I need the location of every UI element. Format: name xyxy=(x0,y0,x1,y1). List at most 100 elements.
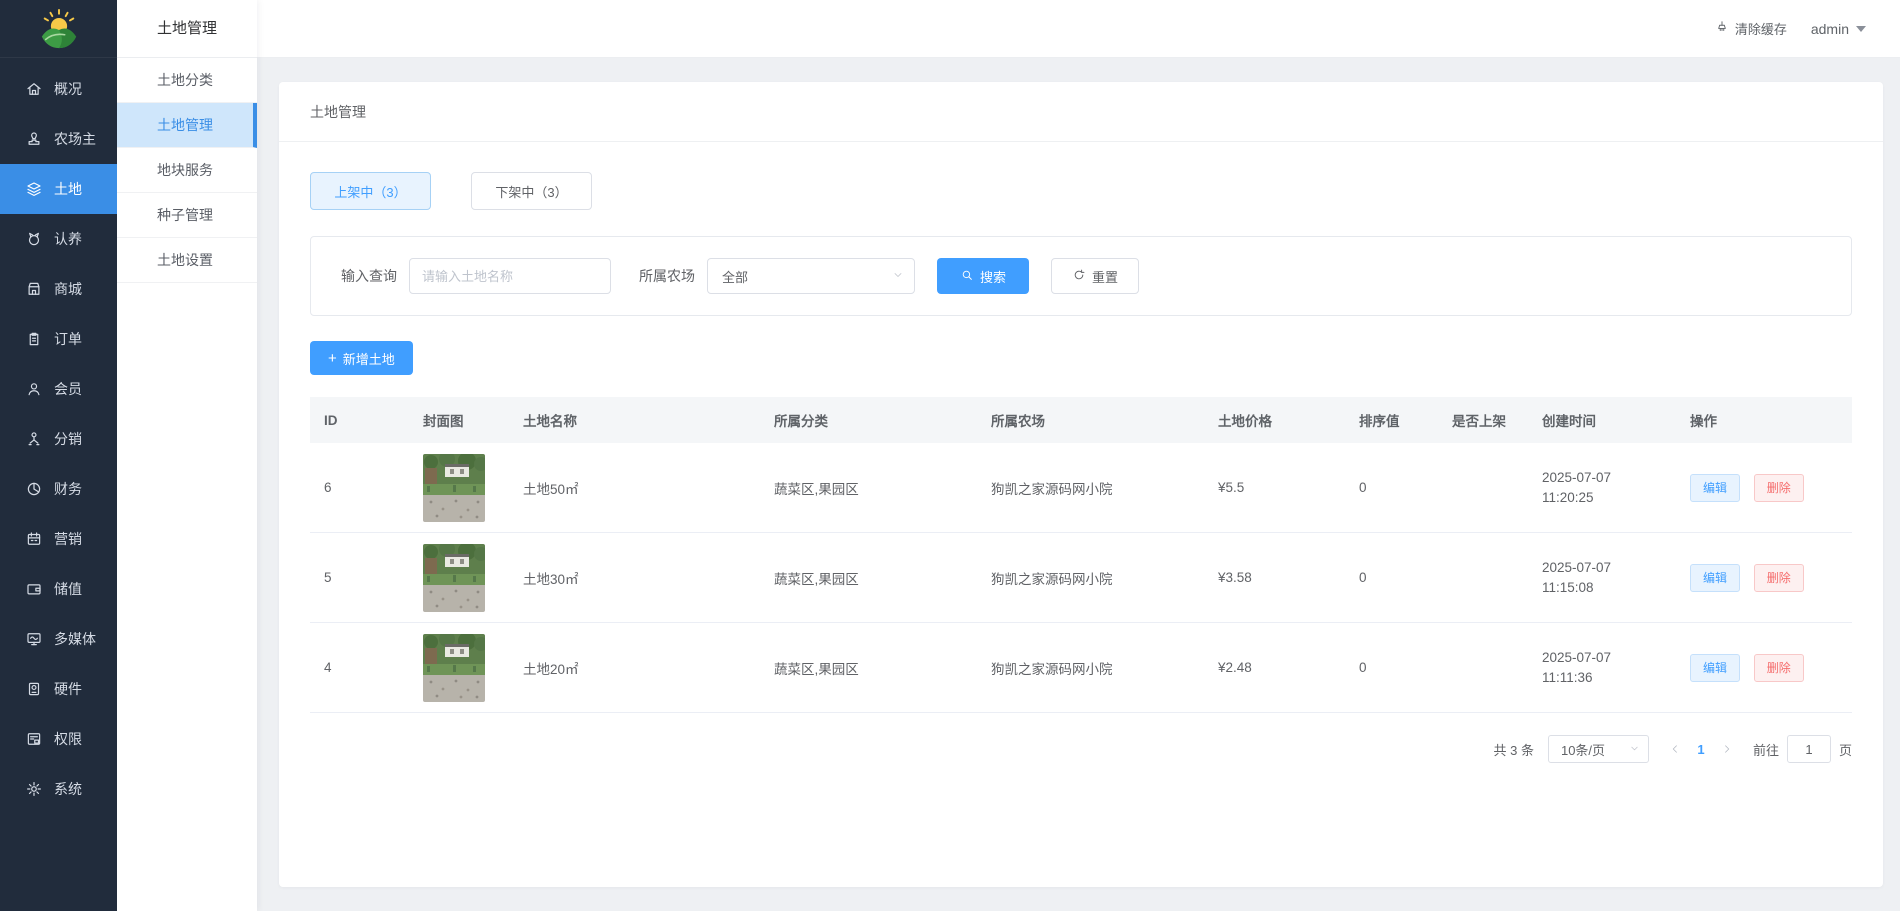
col-name: 土地名称 xyxy=(509,410,760,430)
chevron-down-icon xyxy=(1629,742,1640,757)
col-cover: 封面图 xyxy=(409,410,509,430)
submenu-item[interactable]: 地块服务 xyxy=(117,148,257,193)
land-photo-image xyxy=(423,454,485,522)
cell-farm: 狗凯之家源码网小院 xyxy=(977,658,1204,678)
sidebar-item-label: 财务 xyxy=(54,479,82,499)
sidebar-item-system[interactable]: 系统 xyxy=(0,764,117,814)
farm-select-value: 全部 xyxy=(722,267,748,286)
land-photo-image xyxy=(423,544,485,612)
sidebar-item-distribution[interactable]: 分销 xyxy=(0,414,117,464)
created-date: 2025-07-07 xyxy=(1542,558,1676,578)
sidebar-item-farmer[interactable]: 农场主 xyxy=(0,114,117,164)
toggle-knob xyxy=(1434,490,1450,506)
cell-actions: 编辑 删除 xyxy=(1676,474,1852,502)
sidebar-item-finance[interactable]: 财务 xyxy=(0,464,117,514)
cell-sort: 0 xyxy=(1345,480,1438,495)
page-size-select[interactable]: 10条/页 xyxy=(1548,735,1649,763)
search-button[interactable]: 搜索 xyxy=(937,258,1029,294)
submenu-list: 土地分类 土地管理 地块服务 种子管理 土地设置 xyxy=(117,58,257,283)
delete-button[interactable]: 删除 xyxy=(1754,654,1804,682)
sidebar-item-member[interactable]: 会员 xyxy=(0,364,117,414)
cell-farm: 狗凯之家源码网小院 xyxy=(977,568,1204,588)
sidebar-item-label: 硬件 xyxy=(54,679,82,699)
cell-name: 土地50㎡ xyxy=(509,478,760,498)
table-row: 6 xyxy=(310,443,1852,533)
shelf-tabs: 上架中（3） 下架中（3） xyxy=(310,172,1852,210)
pagination: 共 3 条 10条/页 1 前往 页 xyxy=(310,735,1852,763)
sidebar-item-home[interactable]: 概况 xyxy=(0,64,117,114)
sidebar-item-label: 系统 xyxy=(54,779,82,799)
main-card: 土地管理 上架中（3） 下架中（3） 输入查询 所属农场 全部 搜索 xyxy=(279,82,1883,887)
edit-button[interactable]: 编辑 xyxy=(1690,474,1740,502)
hardware-icon xyxy=(25,680,43,698)
created-time: 11:20:25 xyxy=(1542,488,1676,508)
member-icon xyxy=(25,380,43,398)
sidebar-item-marketing[interactable]: 营销 xyxy=(0,514,117,564)
land-photo-thumbnail[interactable] xyxy=(423,544,485,612)
cell-name: 土地20㎡ xyxy=(509,658,760,678)
sidebar-item-label: 商城 xyxy=(54,279,82,299)
col-sort: 排序值 xyxy=(1345,410,1438,430)
app-logo[interactable] xyxy=(0,0,117,58)
sidebar-item-label: 会员 xyxy=(54,379,82,399)
farm-select[interactable]: 全部 xyxy=(707,258,915,294)
next-page-button[interactable] xyxy=(1715,735,1739,763)
tab-on-shelf[interactable]: 上架中（3） xyxy=(310,172,431,210)
land-name-input[interactable] xyxy=(409,258,611,294)
stored-value-icon xyxy=(25,580,43,598)
user-menu[interactable]: admin xyxy=(1811,21,1866,37)
submenu-item[interactable]: 种子管理 xyxy=(117,193,257,238)
col-price: 土地价格 xyxy=(1204,410,1345,430)
sidebar-item-stored-value[interactable]: 储值 xyxy=(0,564,117,614)
col-on-shelf: 是否上架 xyxy=(1438,410,1528,430)
submenu-item[interactable]: 土地设置 xyxy=(117,238,257,283)
reset-button[interactable]: 重置 xyxy=(1051,258,1139,294)
cell-sort: 0 xyxy=(1345,660,1438,675)
page-number-1[interactable]: 1 xyxy=(1687,742,1715,757)
chevron-down-icon xyxy=(892,269,904,284)
goto-page-input[interactable] xyxy=(1787,735,1831,763)
query-label: 输入查询 xyxy=(341,266,397,286)
cell-cover xyxy=(409,634,509,702)
cell-category: 蔬菜区,果园区 xyxy=(760,478,977,498)
submenu-title: 土地管理 xyxy=(117,0,257,58)
toggle-knob xyxy=(1434,670,1450,686)
sidebar-item-label: 多媒体 xyxy=(54,629,96,649)
table-header: ID 封面图 土地名称 所属分类 所属农场 土地价格 排序值 是否上架 创建时间… xyxy=(310,397,1852,443)
broom-icon xyxy=(1715,20,1729,37)
sidebar-item-media[interactable]: 多媒体 xyxy=(0,614,117,664)
land-photo-thumbnail[interactable] xyxy=(423,454,485,522)
col-created: 创建时间 xyxy=(1528,410,1676,430)
secondary-sidebar: 土地管理 土地分类 土地管理 地块服务 种子管理 土地设置 xyxy=(117,0,257,911)
add-land-button[interactable]: + 新增土地 xyxy=(310,341,413,375)
created-time: 11:11:36 xyxy=(1542,668,1676,688)
filter-bar: 输入查询 所属农场 全部 搜索 重置 xyxy=(310,236,1852,316)
sidebar-item-hardware[interactable]: 硬件 xyxy=(0,664,117,714)
edit-button[interactable]: 编辑 xyxy=(1690,654,1740,682)
sidebar-item-label: 权限 xyxy=(54,729,82,749)
col-category: 所属分类 xyxy=(760,410,977,430)
page-unit-label: 页 xyxy=(1839,740,1852,759)
clear-cache-button[interactable]: 清除缓存 xyxy=(1715,19,1787,38)
cell-cover xyxy=(409,544,509,612)
land-photo-thumbnail[interactable] xyxy=(423,634,485,702)
home-icon xyxy=(25,80,43,98)
sidebar-item-order[interactable]: 订单 xyxy=(0,314,117,364)
marketing-icon xyxy=(25,530,43,548)
edit-button[interactable]: 编辑 xyxy=(1690,564,1740,592)
delete-button[interactable]: 删除 xyxy=(1754,564,1804,592)
tab-off-shelf[interactable]: 下架中（3） xyxy=(471,172,592,210)
submenu-item[interactable]: 土地分类 xyxy=(117,58,257,103)
plus-icon: + xyxy=(328,351,337,366)
sidebar-item-adopt[interactable]: 认养 xyxy=(0,214,117,264)
sidebar-item-land[interactable]: 土地 xyxy=(0,164,117,214)
sidebar-item-label: 认养 xyxy=(54,229,82,249)
created-date: 2025-07-07 xyxy=(1542,468,1676,488)
order-icon xyxy=(25,330,43,348)
submenu-item[interactable]: 土地管理 xyxy=(117,103,257,148)
sidebar-item-shop[interactable]: 商城 xyxy=(0,264,117,314)
land-icon xyxy=(25,180,43,198)
sidebar-item-permission[interactable]: 权限 xyxy=(0,714,117,764)
prev-page-button[interactable] xyxy=(1663,735,1687,763)
delete-button[interactable]: 删除 xyxy=(1754,474,1804,502)
